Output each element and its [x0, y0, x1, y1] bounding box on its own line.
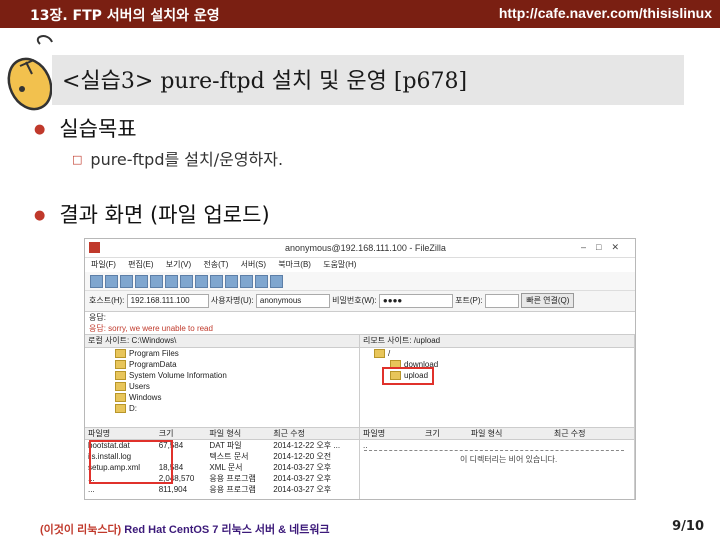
toolbar-icon[interactable] [225, 275, 238, 288]
remote-file-table: 파일명 크기 파일 형식 최근 수정 .. [360, 428, 634, 450]
square-bullet-icon: □ [72, 153, 83, 166]
remote-site-path: 리모트 사이트: /upload [360, 335, 634, 348]
log-line: 응답: [89, 313, 106, 322]
password-label: 비밀번호(W): [332, 296, 377, 305]
sub-bullet-text: pure-ftpd를 설치/운영하자. [90, 150, 284, 169]
tree-panes: 로컬 사이트: C:\Windows\ Program Files Progra… [85, 335, 635, 428]
tree-item[interactable]: / [360, 348, 634, 359]
menu-bar: 파일(F) 편집(E) 보기(V) 전송(T) 서버(S) 북마크(B) 도움말… [85, 258, 635, 272]
user-label: 사용자명(U): [210, 296, 254, 305]
page-number: 9/10 [672, 519, 704, 534]
bullet-result-text: 결과 화면 (파일 업로드) [59, 203, 270, 227]
port-field[interactable] [485, 293, 519, 308]
column-header[interactable]: 최근 수정 [270, 428, 359, 440]
filter-icon[interactable] [240, 275, 253, 288]
cancel-icon[interactable] [180, 275, 193, 288]
folder-icon [115, 382, 126, 392]
drive-icon [115, 404, 126, 414]
tree-item[interactable]: D: [85, 403, 359, 414]
folder-icon [374, 349, 385, 359]
highlight-box [89, 440, 173, 484]
folder-icon [115, 360, 126, 370]
toolbar-icon[interactable] [135, 275, 148, 288]
bullet-goal-text: 실습목표 [59, 117, 137, 141]
local-file-list: 파일명 크기 파일 형식 최근 수정 bootstat.dat 67,584 DAT… [85, 428, 360, 499]
tree-item[interactable]: ProgramData [85, 359, 359, 370]
host-field[interactable]: 192.168.111.100 [126, 293, 209, 308]
password-field[interactable]: ●●●● [378, 293, 453, 308]
folder-icon [115, 349, 126, 359]
slide-title-bar: <실습3> pure-ftpd 설치 및 운영 [p678] [52, 55, 684, 105]
toolbar-icon[interactable] [120, 275, 133, 288]
local-site-label: 로컬 사이트: [88, 336, 130, 345]
tree-item[interactable]: Users [85, 381, 359, 392]
menu-server[interactable]: 서버(S) [241, 260, 266, 269]
menu-help[interactable]: 도움말(H) [323, 260, 356, 269]
remote-file-list: 파일명 크기 파일 형식 최근 수정 .. 이 디렉터리는 비어 있습니다. [360, 428, 635, 499]
column-header[interactable]: 최근 수정 [550, 428, 634, 440]
bullet-dot-icon: ● [34, 208, 46, 223]
top-banner: 13장. FTP 서버의 설치와 운영 http://cafe.naver.co… [0, 0, 720, 28]
column-header[interactable]: 크기 [421, 428, 468, 440]
local-site-path: 로컬 사이트: C:\Windows\ [85, 335, 359, 348]
table-row[interactable]: .. [360, 440, 634, 451]
bullet-dot-icon: ● [34, 122, 46, 137]
toolbar [85, 272, 635, 291]
quickconnect-bar: 호스트(H): 192.168.111.100 사용자명(U): anonymo… [85, 291, 635, 312]
window-titlebar: anonymous@192.168.111.100 - FileZilla –□… [85, 239, 635, 258]
search-icon[interactable] [270, 275, 283, 288]
column-header[interactable]: 크기 [155, 428, 207, 440]
toolbar-icon[interactable] [105, 275, 118, 288]
local-path-field[interactable]: C:\Windows\ [131, 336, 176, 345]
cafe-url[interactable]: http://cafe.naver.com/thisislinux [499, 5, 712, 21]
column-header[interactable]: 파일명 [85, 428, 156, 440]
menu-file[interactable]: 파일(F) [91, 260, 116, 269]
folder-icon [115, 371, 126, 381]
menu-transfer[interactable]: 전송(T) [203, 260, 228, 269]
filezilla-screenshot: anonymous@192.168.111.100 - FileZilla –□… [84, 238, 636, 500]
tree-item[interactable]: Windows [85, 392, 359, 403]
local-tree-pane: 로컬 사이트: C:\Windows\ Program Files Progra… [85, 335, 360, 427]
menu-bookmark[interactable]: 북마크(B) [278, 260, 311, 269]
port-label: 포트(P): [455, 296, 483, 305]
table-row[interactable]: ... 811,904 응용 프로그램 2014-03-27 오후 [85, 484, 359, 495]
highlight-box [382, 367, 434, 385]
bullet-result: ● 결과 화면 (파일 업로드) [34, 199, 270, 229]
bullet-goal: ● 실습목표 [34, 113, 137, 143]
toolbar-icon[interactable] [165, 275, 178, 288]
filezilla-app-icon [89, 242, 100, 253]
quickconnect-button[interactable]: 빠른 연결(Q) [521, 293, 575, 309]
column-header[interactable]: 파일 형식 [206, 428, 271, 440]
column-header[interactable]: 파일 형식 [467, 428, 551, 440]
chapter-title: 13장. FTP 서버의 설치와 운영 [30, 8, 220, 24]
empty-directory-text: 이 디렉터리는 비어 있습니다. [460, 455, 558, 464]
window-title: anonymous@192.168.111.100 - FileZilla [285, 243, 446, 253]
book-title-korean: (이것이 리눅스다) [40, 524, 122, 536]
column-header[interactable]: 파일명 [360, 428, 422, 440]
message-log: 응답: 응답: sorry, we were unable to read [85, 312, 635, 335]
reconnect-icon[interactable] [210, 275, 223, 288]
sub-bullet-goal: □ pure-ftpd를 설치/운영하자. [72, 146, 283, 170]
menu-view[interactable]: 보기(V) [166, 260, 191, 269]
drop-indicator [364, 450, 624, 451]
user-field[interactable]: anonymous [255, 293, 330, 308]
menu-edit[interactable]: 편집(E) [128, 260, 153, 269]
footer-book-title: (이것이 리눅스다) Red Hat CentOS 7 리눅스 서버 & 네트워… [40, 521, 330, 537]
book-title-english: Red Hat CentOS 7 리눅스 서버 & 네트워크 [121, 524, 330, 536]
remote-site-label: 리모트 사이트: [363, 336, 412, 345]
slide-title: <실습3> pure-ftpd 설치 및 운영 [p678] [62, 69, 468, 94]
remote-path-field[interactable]: /upload [414, 336, 440, 345]
tree-item[interactable]: System Volume Information [85, 370, 359, 381]
log-line: 응답: sorry, we were unable to read [89, 324, 213, 333]
window-controls[interactable]: –□✕ [581, 242, 629, 253]
remote-tree-pane: 리모트 사이트: /upload / download upload [360, 335, 635, 427]
site-manager-icon[interactable] [90, 275, 103, 288]
disconnect-icon[interactable] [195, 275, 208, 288]
folder-icon [115, 393, 126, 403]
host-label: 호스트(H): [89, 296, 125, 305]
refresh-icon[interactable] [150, 275, 163, 288]
file-panes: 파일명 크기 파일 형식 최근 수정 bootstat.dat 67,584 DAT… [85, 428, 635, 499]
tree-item[interactable]: Program Files [85, 348, 359, 359]
toolbar-icon[interactable] [255, 275, 268, 288]
